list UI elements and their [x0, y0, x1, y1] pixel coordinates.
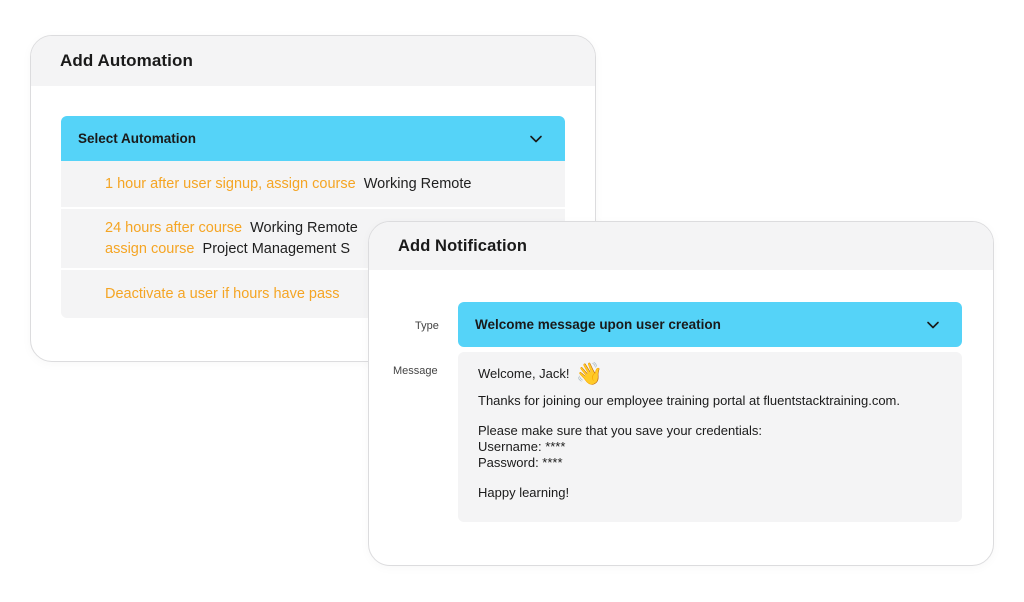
- message-greeting-row: Welcome, Jack! 👋: [478, 363, 942, 385]
- select-automation-dropdown[interactable]: Select Automation: [61, 116, 565, 161]
- notification-type-value: Welcome message upon user creation: [475, 317, 721, 332]
- automation-target: Project Management S: [202, 240, 351, 257]
- notification-card-header: Add Notification: [369, 222, 993, 270]
- message-username-line: Username: ****: [478, 439, 566, 454]
- automation-target: Working Remote: [250, 219, 358, 236]
- message-closing-line: Happy learning!: [478, 485, 570, 500]
- add-notification-card: Add Notification Type Welcome message up…: [368, 221, 994, 566]
- automation-item-line: 1 hour after user signup, assign course …: [105, 174, 565, 195]
- message-body-line: Thanks for joining our employee training…: [478, 393, 900, 408]
- type-label: Type: [415, 320, 439, 332]
- automation-trigger: 24 hours after course: [105, 219, 243, 236]
- automation-trigger: Deactivate a user if hours have pass: [105, 285, 340, 302]
- automation-target: Working Remote: [363, 175, 472, 192]
- message-password-line: Password: ****: [478, 455, 563, 470]
- automation-item[interactable]: 1 hour after user signup, assign course …: [61, 161, 565, 209]
- automation-card-title: Add Automation: [60, 51, 193, 70]
- chevron-down-icon: [529, 132, 543, 146]
- chevron-down-icon: [926, 318, 940, 332]
- notification-card-title: Add Notification: [398, 236, 527, 255]
- waving-hand-icon: 👋: [575, 361, 603, 386]
- notification-type-dropdown[interactable]: Welcome message upon user creation: [458, 302, 962, 347]
- select-automation-label: Select Automation: [78, 131, 197, 146]
- message-body-line: Please make sure that you save your cred…: [478, 423, 762, 438]
- message-greeting: Welcome, Jack!: [478, 366, 570, 381]
- automation-card-header: Add Automation: [31, 36, 595, 86]
- message-label: Message: [393, 365, 438, 377]
- automation-trigger: 1 hour after user signup, assign course: [105, 175, 356, 192]
- automation-trigger: assign course: [105, 240, 195, 257]
- message-textarea[interactable]: Welcome, Jack! 👋 Thanks for joining our …: [458, 352, 962, 522]
